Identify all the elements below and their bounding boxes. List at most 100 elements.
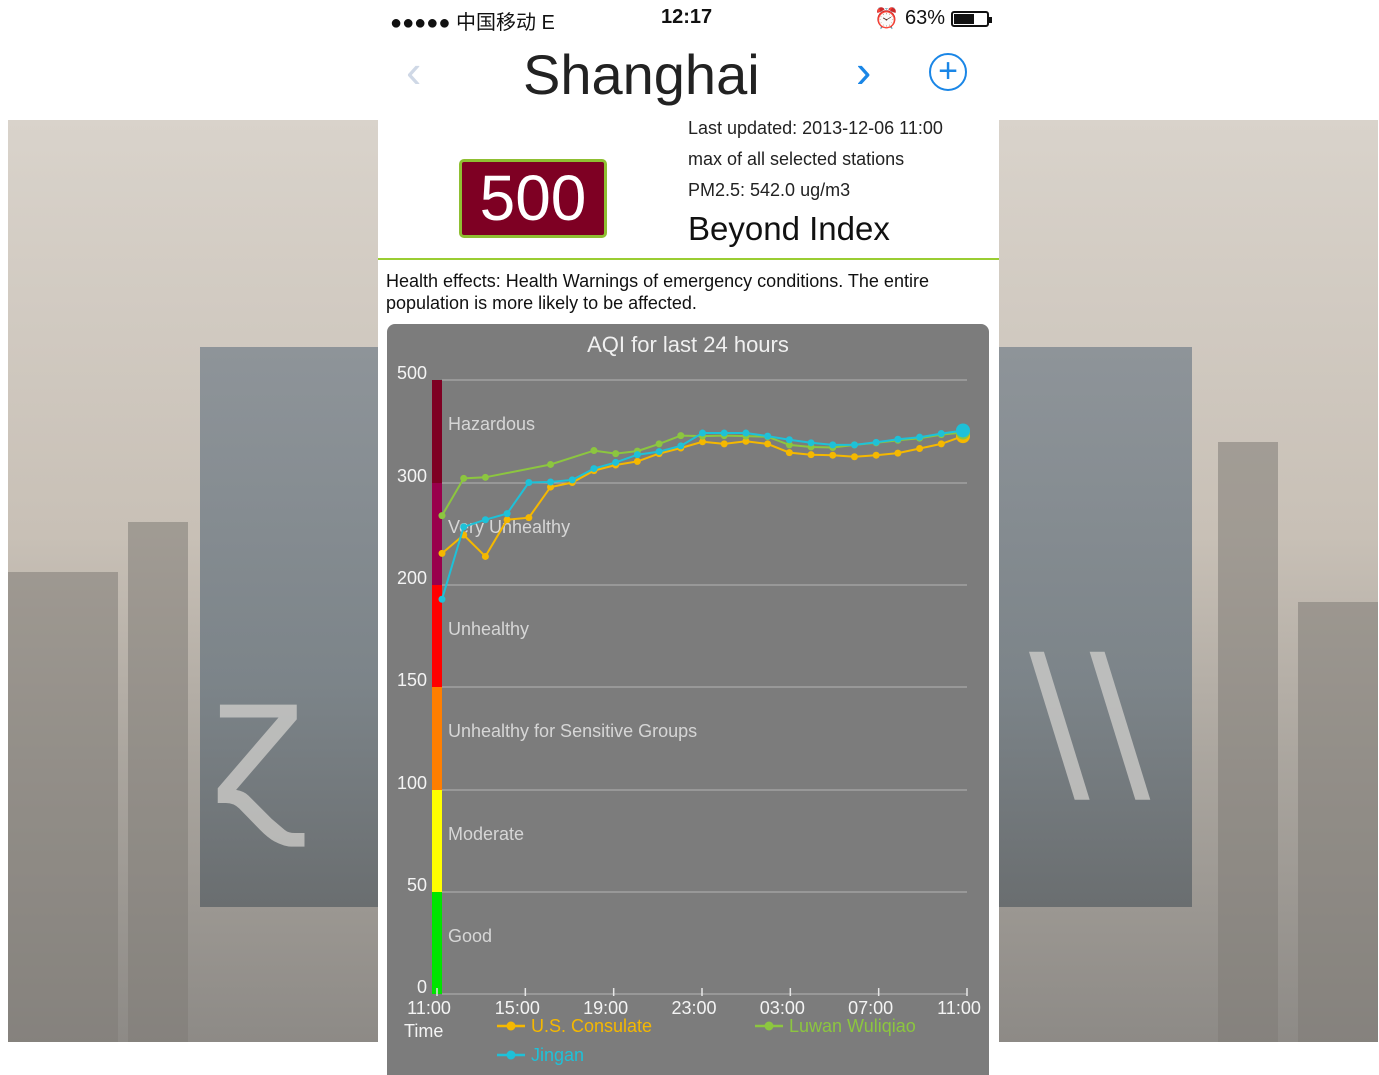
- band-label: Good: [448, 926, 492, 946]
- legend-label: Luwan Wuliqiao: [789, 1016, 916, 1036]
- data-point: [481, 552, 489, 560]
- data-point: [894, 449, 902, 457]
- data-point: [568, 476, 576, 484]
- battery-icon: [951, 10, 992, 27]
- data-point: [829, 441, 837, 449]
- legend-swatch-dot: [506, 1021, 516, 1031]
- legend-label: Jingan: [531, 1045, 584, 1065]
- data-point: [807, 451, 815, 459]
- skyline-shape: [128, 522, 188, 1042]
- x-tick-label: 07:00: [848, 998, 893, 1018]
- battery-percent: 63%: [904, 7, 945, 29]
- y-tick-label: 500: [397, 363, 427, 383]
- data-point: [503, 510, 511, 518]
- data-point: [764, 432, 772, 440]
- data-point: [807, 439, 815, 447]
- data-point: [481, 516, 489, 524]
- y-tick-label: 150: [397, 670, 427, 690]
- health-effects-text: Health effects: Health Warnings of emerg…: [386, 271, 929, 313]
- chart-title: AQI for last 24 hours: [587, 332, 789, 357]
- legend-swatch-dot: [764, 1021, 774, 1031]
- chevron-right-icon[interactable]: ›: [856, 44, 871, 98]
- data-point: [937, 440, 945, 448]
- band-label: Unhealthy for Sensitive Groups: [448, 721, 697, 741]
- x-tick-label: 11:00: [937, 998, 981, 1018]
- x-tick-label: 11:00: [407, 998, 451, 1018]
- plus-circle-icon[interactable]: +: [929, 53, 967, 91]
- data-point: [937, 430, 945, 438]
- data-point: [525, 478, 533, 486]
- x-tick-label: 23:00: [671, 998, 716, 1018]
- background-card-left: ɀ: [200, 347, 378, 907]
- data-point: [633, 457, 641, 465]
- data-point: [590, 447, 598, 455]
- alarm-clock-icon: ⏰: [874, 8, 899, 30]
- band-bar-segment: [432, 892, 442, 994]
- data-point: [460, 474, 468, 482]
- data-point: [872, 438, 880, 446]
- data-point: [720, 440, 728, 448]
- data-point: [677, 432, 685, 440]
- series-line: [441, 429, 964, 600]
- y-tick-label: 300: [397, 466, 427, 486]
- data-point: [916, 444, 924, 452]
- y-tick-label: 200: [397, 568, 427, 588]
- data-point: [655, 448, 663, 456]
- band-bar-segment: [432, 790, 442, 892]
- data-point: [525, 514, 533, 522]
- skyline-shape: [8, 572, 118, 1042]
- data-point: [742, 429, 750, 437]
- data-point: [460, 523, 468, 531]
- data-point: [612, 458, 620, 466]
- aqi-chart: AQI for last 24 hours Hazardous Very Unhea…: [387, 324, 989, 1075]
- station-source: max of all selected stations: [688, 149, 905, 169]
- clock: 12:17: [661, 6, 713, 28]
- divider: [378, 258, 999, 260]
- data-point: [850, 453, 858, 461]
- pm25-reading: PM2.5: 542.0 ug/m3: [688, 180, 851, 200]
- aqi-chart-svg: AQI for last 24 hoursHazardousVery Unhea…: [397, 332, 981, 1065]
- data-point: [764, 440, 772, 448]
- skyline-shape: [1298, 602, 1378, 1042]
- nav-bar: ‹ Shanghai › +: [378, 40, 999, 110]
- data-point: [590, 465, 598, 473]
- band-label: Moderate: [448, 824, 524, 844]
- last-updated: Last updated: 2013-12-06 11:00: [688, 118, 943, 138]
- city-title: Shanghai: [523, 43, 760, 106]
- band-bar-segment: [432, 483, 442, 585]
- data-point: [612, 450, 620, 458]
- data-point: [481, 473, 489, 481]
- chevron-left-icon[interactable]: ‹: [406, 44, 421, 98]
- band-label: Unhealthy: [448, 619, 529, 639]
- aqi-value-badge: 500: [459, 159, 607, 238]
- y-tick-label: 50: [407, 875, 427, 895]
- legend-label: U.S. Consulate: [531, 1016, 652, 1036]
- band-label: Hazardous: [448, 414, 535, 434]
- data-point: [785, 449, 793, 457]
- carrier-label: ●●●●● 中国移动 E: [390, 12, 555, 34]
- data-point: [438, 512, 446, 520]
- data-point: [829, 451, 837, 459]
- y-tick-label: 0: [417, 977, 427, 997]
- data-point: [503, 516, 511, 524]
- x-tick-label: 15:00: [495, 998, 540, 1018]
- data-point: [850, 441, 858, 449]
- data-point: [438, 549, 446, 557]
- data-point: [438, 595, 446, 603]
- band-bar-segment: [432, 380, 442, 483]
- x-tick-label: 19:00: [583, 998, 628, 1018]
- data-point: [956, 423, 970, 438]
- data-point: [720, 429, 728, 437]
- data-point: [547, 460, 555, 468]
- skyline-shape: [1218, 442, 1278, 1042]
- y-tick-label: 100: [397, 773, 427, 793]
- status-bar: ●●●●● 中国移动 E 12:17 ⏰ 63%: [378, 0, 999, 38]
- x-tick-label: 03:00: [760, 998, 805, 1018]
- data-point: [785, 436, 793, 444]
- legend-swatch-dot: [506, 1050, 516, 1060]
- data-point: [894, 435, 902, 443]
- data-point: [677, 442, 685, 450]
- band-bar-segment: [432, 687, 442, 790]
- background-card-right: \\: [999, 347, 1192, 907]
- station-info: Last updated: 2013-12-06 11:00 max of al…: [688, 116, 943, 209]
